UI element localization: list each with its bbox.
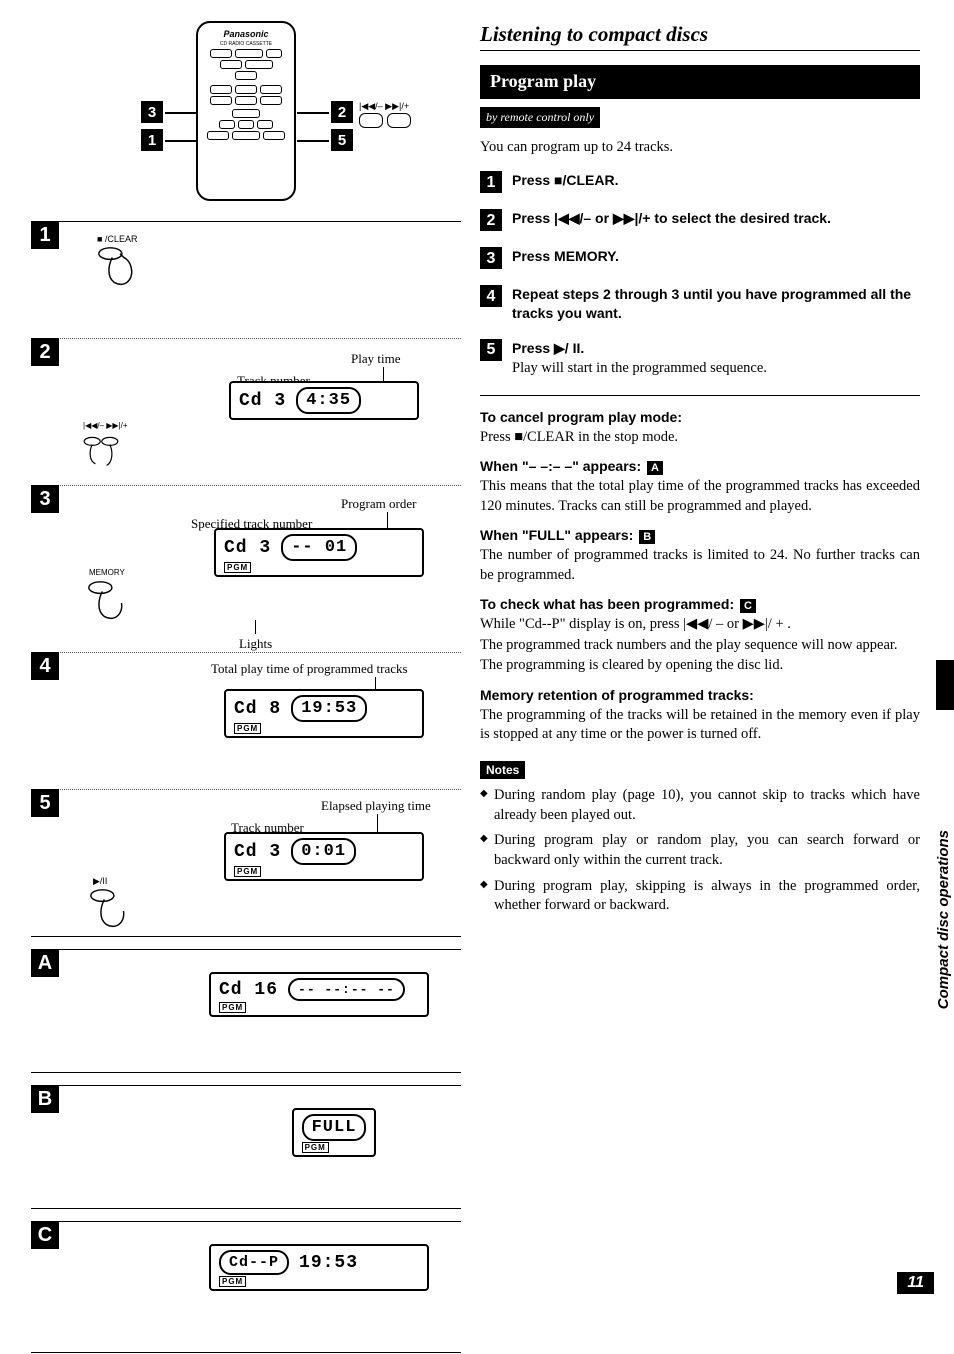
callout-1: 1 bbox=[141, 129, 163, 151]
side-label: Compact disc operations bbox=[935, 830, 952, 1009]
step-1: 1 Press ■/CLEAR. bbox=[480, 171, 920, 193]
callout-3: 3 bbox=[141, 101, 163, 123]
mem-body: The programming of the tracks will be re… bbox=[480, 706, 920, 745]
step-2: 2 Press |◀◀/– or ▶▶|/+ to select the des… bbox=[480, 209, 920, 231]
lcd-2: Cd 3 4:35 bbox=[229, 381, 419, 420]
check-body-2: The programmed track numbers and the pla… bbox=[480, 636, 920, 656]
illustrations-column: Panasonic CD RADIO CASSETTE 3 1 2 5 |◀◀/… bbox=[30, 20, 462, 1354]
note-3: During program play, skipping is always … bbox=[480, 877, 920, 916]
remote-subtitle: CD RADIO CASSETTE bbox=[220, 41, 272, 47]
lcd-B: FULL PGM bbox=[292, 1108, 377, 1157]
intro-text: You can program up to 24 tracks. bbox=[480, 138, 920, 158]
lcd-4: Cd 8 19:53 PGM bbox=[224, 689, 424, 738]
lcd-A: Cd 16 -- --:-- -- PGM bbox=[209, 972, 429, 1017]
label-program-order: Program order bbox=[341, 496, 416, 512]
panel-5: 5 Track number Elapsed playing time ▶/II… bbox=[31, 789, 461, 937]
label-play-time: Play time bbox=[351, 351, 400, 367]
hand-icon bbox=[87, 886, 135, 934]
full-body: The number of programmed tracks is limit… bbox=[480, 546, 920, 585]
text-column: Listening to compact discs Program play … bbox=[480, 20, 920, 1354]
step-5: 5 Press ▶/ II. Play will start in the pr… bbox=[480, 339, 920, 378]
skip-label: |◀◀/– ▶▶|/+ bbox=[359, 101, 409, 112]
hand-icon bbox=[85, 578, 133, 626]
lcd-C: Cd--P 19:53 PGM bbox=[209, 1244, 429, 1291]
panel-A: A Cd 16 -- --:-- -- PGM bbox=[31, 949, 461, 1073]
dash-head: When "– –:– –" appears: A bbox=[480, 457, 920, 476]
dash-body: This means that the total play time of t… bbox=[480, 477, 920, 516]
notes-label: Notes bbox=[480, 761, 525, 779]
panel-2: 2 Track number Play time |◀◀/– ▶▶|/+ Cd … bbox=[31, 338, 461, 485]
lcd-5: Cd 3 0:01 PGM bbox=[224, 832, 424, 881]
check-head: To check what has been programmed: C bbox=[480, 595, 920, 614]
full-head: When "FULL" appears: B bbox=[480, 526, 920, 545]
program-play-header: Program play bbox=[480, 65, 920, 98]
note-1: During random play (page 10), you cannot… bbox=[480, 786, 920, 825]
remote-only-tag: by remote control only bbox=[480, 107, 600, 128]
notes-list: During random play (page 10), you cannot… bbox=[480, 786, 920, 915]
check-body-1: While "Cd--P" display is on, press |◀◀/ … bbox=[480, 615, 920, 635]
label-total-play-time: Total play time of programmed tracks bbox=[211, 661, 408, 677]
panel-C: C Cd--P 19:53 PGM bbox=[31, 1221, 461, 1353]
ref-A: A bbox=[647, 461, 663, 475]
callout-2: 2 bbox=[331, 101, 353, 123]
ref-C: C bbox=[740, 599, 756, 613]
page-title: Listening to compact discs bbox=[480, 20, 920, 51]
lcd-3: Cd 3 -- 01 PGM bbox=[214, 528, 424, 577]
mem-head: Memory retention of programmed tracks: bbox=[480, 686, 920, 705]
remote-brand: Panasonic bbox=[223, 29, 268, 39]
hand-icon bbox=[95, 244, 143, 292]
label-elapsed-time: Elapsed playing time bbox=[321, 798, 431, 814]
side-tab bbox=[936, 660, 954, 710]
step-3: 3 Press MEMORY. bbox=[480, 247, 920, 269]
cancel-body: Press ■/CLEAR in the stop mode. bbox=[480, 428, 920, 448]
note-2: During program play or random play, you … bbox=[480, 831, 920, 870]
panel-1: 1 ■ /CLEAR bbox=[31, 221, 461, 338]
label-lights: Lights bbox=[239, 636, 272, 652]
panel-4: 4 Total play time of programmed tracks C… bbox=[31, 652, 461, 789]
panel-1-number: 1 bbox=[31, 221, 59, 249]
panel-3: 3 Specified track number Program order M… bbox=[31, 485, 461, 652]
panel-B: B FULL PGM bbox=[31, 1085, 461, 1209]
step-4: 4 Repeat steps 2 through 3 until you hav… bbox=[480, 285, 920, 323]
remote-control: Panasonic CD RADIO CASSETTE bbox=[196, 21, 296, 201]
check-body-3: The programming is cleared by opening th… bbox=[480, 656, 920, 676]
remote-figure: Panasonic CD RADIO CASSETTE 3 1 2 5 |◀◀/… bbox=[31, 21, 461, 221]
hand-icon bbox=[81, 431, 129, 479]
ref-B: B bbox=[639, 530, 655, 544]
cancel-head: To cancel program play mode: bbox=[480, 408, 920, 427]
panel1-btn-label: ■ /CLEAR bbox=[97, 234, 137, 244]
callout-5: 5 bbox=[331, 129, 353, 151]
page-number: 11 bbox=[897, 1272, 934, 1294]
